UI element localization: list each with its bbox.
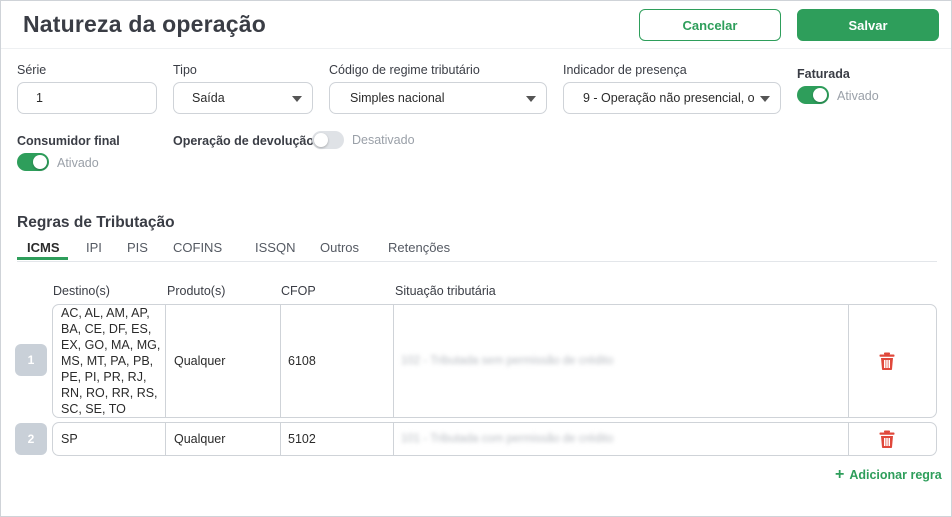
toggle-knob	[314, 133, 328, 147]
toggle-knob	[33, 155, 47, 169]
consumidor-final-label: Consumidor final	[17, 134, 120, 148]
tipo-select[interactable]: Saída	[173, 82, 313, 114]
consumidor-final-state: Ativado	[57, 156, 99, 170]
trash-icon[interactable]	[879, 430, 895, 448]
row-index-badge: 2	[15, 423, 47, 455]
cfop-cell[interactable]: 5102	[281, 423, 394, 455]
col-header-produto: Produto(s)	[167, 284, 226, 298]
regime-value: Simples nacional	[350, 91, 445, 105]
app-window: Natureza da operação Cancelar Salvar Sér…	[0, 0, 952, 517]
toggle-knob	[813, 88, 827, 102]
cfop-value: 5102	[288, 432, 316, 446]
tab-retencoes[interactable]: Retenções	[388, 240, 450, 262]
tab-ipi[interactable]: IPI	[86, 240, 102, 262]
caret-down-icon	[526, 96, 536, 102]
add-rule-label: Adicionar regra	[849, 468, 942, 482]
situacao-cell[interactable]: 101 - Tributada com permissão de crédito	[394, 423, 849, 455]
tab-outros[interactable]: Outros	[320, 240, 359, 262]
situacao-cell[interactable]: 102 - Tributada sem permissão de crédito	[394, 305, 849, 417]
tab-issqn[interactable]: ISSQN	[255, 240, 295, 262]
presenca-value: 9 - Operação não presencial, ou	[583, 91, 754, 105]
table-row[interactable]: AC, AL, AM, AP, BA, CE, DF, ES, EX, GO, …	[52, 304, 937, 418]
devolucao-label: Operação de devolução	[173, 134, 315, 148]
regime-label: Código de regime tributário	[329, 63, 480, 77]
page-header: Natureza da operação Cancelar Salvar	[1, 1, 951, 49]
destino-value: AC, AL, AM, AP, BA, CE, DF, ES, EX, GO, …	[61, 306, 161, 416]
serie-label: Série	[17, 63, 47, 77]
tab-label: ICMS	[27, 240, 60, 255]
col-header-cfop: CFOP	[281, 284, 316, 298]
situacao-value: 102 - Tributada sem permissão de crédito	[401, 355, 614, 367]
tipo-value: Saída	[192, 91, 225, 105]
cfop-cell[interactable]: 6108	[281, 305, 394, 417]
presenca-label: Indicador de presença	[563, 63, 687, 77]
situacao-value: 101 - Tributada com permissão de crédito	[401, 433, 614, 445]
faturada-toggle[interactable]	[797, 86, 829, 104]
produto-value: Qualquer	[174, 432, 226, 446]
add-rule-button[interactable]: + Adicionar regra	[835, 466, 942, 483]
serie-value: 1	[36, 91, 43, 105]
col-header-situacao: Situação tributária	[395, 284, 496, 298]
presenca-select[interactable]: 9 - Operação não presencial, ou	[563, 82, 781, 114]
tipo-label: Tipo	[173, 63, 197, 77]
regime-select[interactable]: Simples nacional	[329, 82, 547, 114]
caret-down-icon	[760, 96, 770, 102]
faturada-label: Faturada	[797, 67, 850, 81]
destino-cell[interactable]: AC, AL, AM, AP, BA, CE, DF, ES, EX, GO, …	[53, 305, 166, 417]
produto-cell[interactable]: Qualquer	[166, 423, 281, 455]
table-row[interactable]: SP Qualquer 5102 101 - Tributada com per…	[52, 422, 937, 456]
cancel-button[interactable]: Cancelar	[639, 9, 781, 41]
row-index-badge: 1	[15, 344, 47, 376]
caret-down-icon	[292, 96, 302, 102]
tab-pis[interactable]: PIS	[127, 240, 148, 262]
cfop-value: 6108	[288, 354, 316, 368]
rules-tabs: ICMS IPI PIS COFINS ISSQN Outros Retençõ…	[17, 237, 937, 262]
col-header-destino: Destino(s)	[53, 284, 110, 298]
tab-cofins[interactable]: COFINS	[173, 240, 222, 262]
consumidor-final-toggle[interactable]	[17, 153, 49, 171]
active-tab-indicator	[17, 257, 68, 260]
destino-value: SP	[61, 432, 78, 446]
produto-value: Qualquer	[174, 354, 226, 368]
save-button[interactable]: Salvar	[797, 9, 939, 41]
devolucao-state: Desativado	[352, 133, 415, 147]
plus-icon: +	[835, 466, 845, 483]
trash-icon[interactable]	[879, 352, 895, 370]
rules-section-title: Regras de Tributação	[17, 214, 175, 231]
destino-cell[interactable]: SP	[53, 423, 166, 455]
devolucao-toggle[interactable]	[312, 131, 344, 149]
produto-cell[interactable]: Qualquer	[166, 305, 281, 417]
serie-input[interactable]: 1	[17, 82, 157, 114]
faturada-state: Ativado	[837, 89, 879, 103]
page-title: Natureza da operação	[23, 11, 267, 37]
